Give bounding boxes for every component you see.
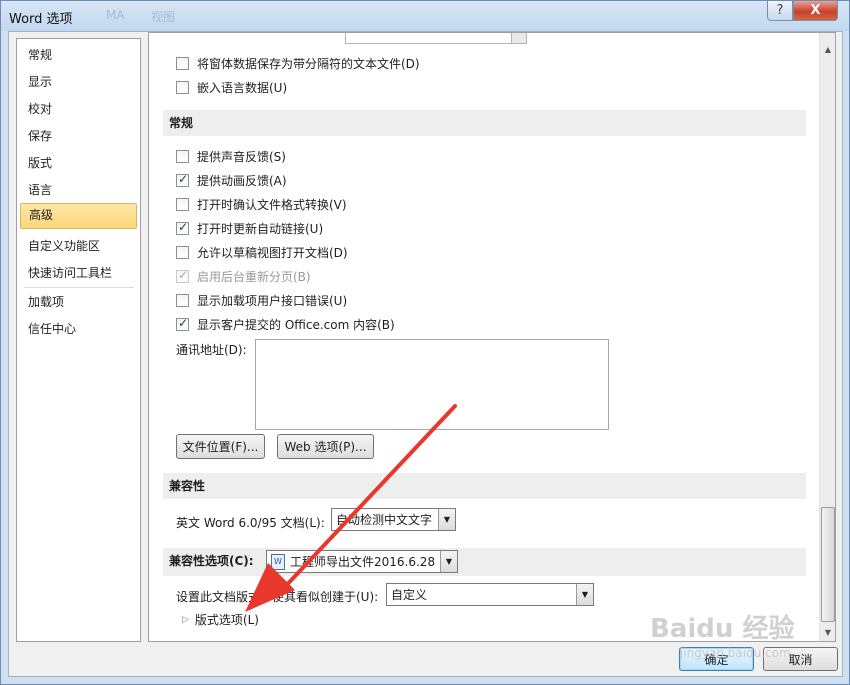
option-show-office-com-content[interactable]: 显示客户提交的 Office.com 内容(B) (176, 315, 395, 333)
layout-emulation-select[interactable]: 自定义 ▼ (386, 583, 594, 606)
option-label: 打开时更新自动链接(U) (197, 221, 324, 236)
nav-item-save[interactable]: 保存 (20, 124, 137, 148)
layout-options-expander[interactable]: ▷ 版式选项(L) (182, 611, 259, 628)
select-value: 自动检测中文文字 (336, 513, 433, 527)
vertical-scrollbar[interactable]: ▲ ▼ (819, 33, 835, 641)
option-animation-feedback[interactable]: 提供动画反馈(A) (176, 171, 287, 189)
section-header-compatibility: 兼容性 (163, 473, 806, 499)
word-options-dialog: Word 选项 MA 视图 ? X 常规 显示 校对 保存 版式 语言 高级 自… (0, 0, 850, 685)
help-button[interactable]: ? (767, 1, 793, 21)
checkbox-checked[interactable] (176, 220, 189, 235)
options-category-list: 常规 显示 校对 保存 版式 语言 高级 自定义功能区 快速访问工具栏 加载项 … (16, 38, 141, 642)
option-label: 显示加载项用户接口错误(U) (197, 293, 348, 308)
option-label: 启用后台重新分页(B) (197, 269, 311, 284)
compat-document-select[interactable]: W 工程师导出文件2016.6.28 ▼ (266, 550, 458, 573)
checkbox[interactable] (176, 245, 189, 259)
option-label: 打开时确认文件格式转换(V) (197, 197, 347, 212)
title-bar[interactable]: Word 选项 MA 视图 ? X (1, 1, 849, 31)
nav-item-general[interactable]: 常规 (20, 43, 137, 67)
dialog-title: Word 选项 (9, 12, 73, 27)
checkbox[interactable] (176, 80, 189, 94)
close-icon: X (810, 3, 821, 18)
nav-item-customize-ribbon[interactable]: 自定义功能区 (20, 234, 137, 258)
mailing-address-label: 通讯地址(D): (176, 343, 247, 357)
mailing-address-textarea[interactable] (255, 339, 609, 430)
english-word-doc-label: 英文 Word 6.0/95 文档(L): (176, 516, 325, 530)
word-document-icon: W (271, 553, 285, 570)
nav-item-display[interactable]: 显示 (20, 70, 137, 94)
file-locations-button[interactable]: 文件位置(F)... (176, 434, 265, 459)
scroll-up-icon[interactable]: ▲ (820, 41, 835, 58)
option-label: 显示客户提交的 Office.com 内容(B) (197, 317, 395, 332)
option-embed-language-data[interactable]: 嵌入语言数据(U) (176, 78, 287, 96)
checkbox-checked-disabled (176, 268, 189, 283)
dialog-client-area: 常规 显示 校对 保存 版式 语言 高级 自定义功能区 快速访问工具栏 加载项 … (8, 31, 843, 677)
advanced-options-panel: 将窗体数据保存为带分隔符的文本文件(D) 嵌入语言数据(U) 常规 提供声音反馈… (148, 32, 836, 642)
nav-item-trust-center[interactable]: 信任中心 (20, 317, 137, 341)
ghost-tab-label: 视图 (151, 10, 176, 24)
english-word-doc-select[interactable]: 自动检测中文文字 ▼ (331, 508, 456, 531)
partial-combo-arrow[interactable] (511, 33, 527, 44)
option-save-form-data[interactable]: 将窗体数据保存为带分隔符的文本文件(D) (176, 54, 420, 72)
checkbox[interactable] (176, 293, 189, 307)
chevron-down-icon[interactable]: ▼ (576, 584, 593, 605)
compat-options-label: 兼容性选项(C): (169, 554, 254, 568)
cancel-button[interactable]: 取消 (763, 647, 838, 671)
nav-item-advanced[interactable]: 高级 (20, 203, 137, 229)
expander-label: 版式选项(L) (194, 613, 259, 627)
nav-divider (24, 287, 134, 288)
select-value: 自定义 (391, 588, 428, 602)
help-icon: ? (776, 3, 784, 18)
layout-emulation-label: 设置此文档版式，使其看似创建于(U): (176, 590, 379, 604)
option-background-repagination: 启用后台重新分页(B) (176, 267, 311, 285)
checkbox[interactable] (176, 149, 189, 163)
scroll-down-icon[interactable]: ▼ (820, 624, 835, 641)
expand-triangle-icon: ▷ (182, 614, 189, 625)
scrollbar-thumb[interactable] (821, 507, 835, 622)
partial-combo-box[interactable] (345, 33, 515, 44)
option-label: 提供动画反馈(A) (197, 173, 287, 188)
option-label: 提供声音反馈(S) (197, 149, 286, 164)
checkbox-checked[interactable] (176, 316, 189, 331)
nav-item-proofing[interactable]: 校对 (20, 97, 137, 121)
nav-item-language[interactable]: 语言 (20, 178, 137, 202)
nav-item-add-ins[interactable]: 加载项 (20, 290, 137, 314)
chevron-down-icon[interactable]: ▼ (440, 551, 457, 572)
option-confirm-format-conversion[interactable]: 打开时确认文件格式转换(V) (176, 195, 347, 213)
web-options-button[interactable]: Web 选项(P)... (277, 434, 374, 459)
close-button[interactable]: X (793, 1, 838, 21)
option-show-addin-ui-errors[interactable]: 显示加载项用户接口错误(U) (176, 291, 347, 309)
ghost-tab-label: MA (106, 8, 125, 22)
option-sound-feedback[interactable]: 提供声音反馈(S) (176, 147, 286, 165)
option-open-in-draft-view[interactable]: 允许以草稿视图打开文档(D) (176, 243, 348, 261)
checkbox[interactable] (176, 56, 189, 70)
checkbox[interactable] (176, 197, 189, 211)
chevron-down-icon[interactable]: ▼ (438, 509, 455, 530)
ok-button[interactable]: 确定 (679, 647, 754, 671)
checkbox-checked[interactable] (176, 172, 189, 187)
nav-item-typography[interactable]: 版式 (20, 151, 137, 175)
nav-item-quick-access-toolbar[interactable]: 快速访问工具栏 (20, 261, 137, 285)
option-label: 将窗体数据保存为带分隔符的文本文件(D) (197, 56, 420, 71)
option-label: 允许以草稿视图打开文档(D) (197, 245, 348, 260)
select-value: 工程师导出文件2016.6.28 (290, 555, 436, 569)
section-header-compat-options: 兼容性选项(C): (163, 548, 806, 576)
section-header-general: 常规 (163, 110, 806, 136)
option-update-links-on-open[interactable]: 打开时更新自动链接(U) (176, 219, 323, 237)
option-label: 嵌入语言数据(U) (197, 80, 288, 95)
